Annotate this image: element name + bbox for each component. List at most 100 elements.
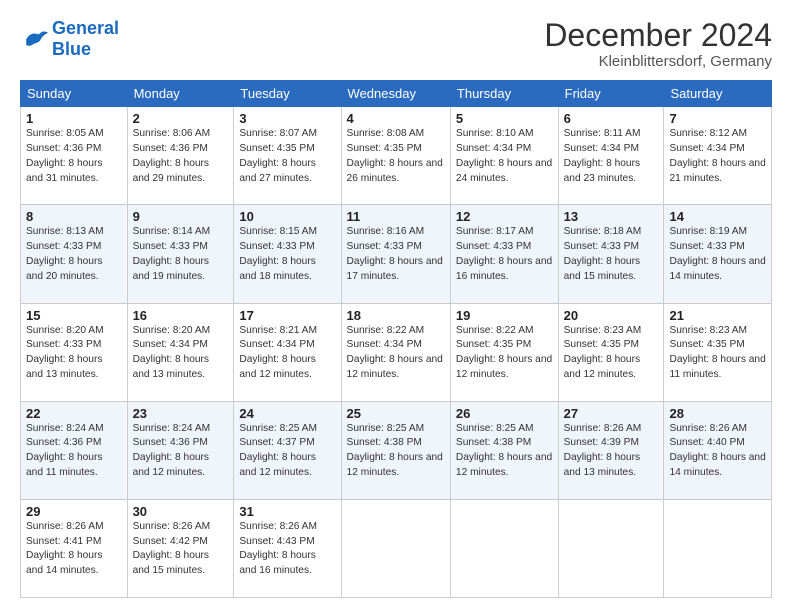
day-info: Sunrise: 8:24 AM Sunset: 4:36 PM Dayligh… xyxy=(133,422,229,481)
table-row: 11 Sunrise: 8:16 AM Sunset: 4:33 PM Dayl… xyxy=(341,205,450,303)
day-number: 19 xyxy=(456,308,553,323)
day-number: 28 xyxy=(669,406,766,421)
table-row: 30 Sunrise: 8:26 AM Sunset: 4:42 PM Dayl… xyxy=(127,499,234,597)
day-info: Sunrise: 8:26 AM Sunset: 4:40 PM Dayligh… xyxy=(669,422,766,481)
table-row: 21 Sunrise: 8:23 AM Sunset: 4:35 PM Dayl… xyxy=(664,303,772,401)
day-number: 2 xyxy=(133,111,229,126)
day-info: Sunrise: 8:19 AM Sunset: 4:33 PM Dayligh… xyxy=(669,225,766,284)
day-number: 27 xyxy=(564,406,659,421)
day-info: Sunrise: 8:25 AM Sunset: 4:37 PM Dayligh… xyxy=(239,422,335,481)
table-row: 24 Sunrise: 8:25 AM Sunset: 4:37 PM Dayl… xyxy=(234,401,341,499)
table-row: 4 Sunrise: 8:08 AM Sunset: 4:35 PM Dayli… xyxy=(341,107,450,205)
table-row: 23 Sunrise: 8:24 AM Sunset: 4:36 PM Dayl… xyxy=(127,401,234,499)
day-number: 25 xyxy=(347,406,445,421)
table-row: 13 Sunrise: 8:18 AM Sunset: 4:33 PM Dayl… xyxy=(558,205,664,303)
table-row: 16 Sunrise: 8:20 AM Sunset: 4:34 PM Dayl… xyxy=(127,303,234,401)
day-number: 29 xyxy=(26,504,122,519)
day-number: 5 xyxy=(456,111,553,126)
col-friday: Friday xyxy=(558,81,664,107)
table-row: 7 Sunrise: 8:12 AM Sunset: 4:34 PM Dayli… xyxy=(664,107,772,205)
day-info: Sunrise: 8:14 AM Sunset: 4:33 PM Dayligh… xyxy=(133,225,229,284)
table-row xyxy=(341,499,450,597)
table-row: 1 Sunrise: 8:05 AM Sunset: 4:36 PM Dayli… xyxy=(21,107,128,205)
day-number: 9 xyxy=(133,209,229,224)
day-info: Sunrise: 8:21 AM Sunset: 4:34 PM Dayligh… xyxy=(239,324,335,383)
logo-icon xyxy=(20,28,48,50)
day-info: Sunrise: 8:26 AM Sunset: 4:43 PM Dayligh… xyxy=(239,520,335,579)
day-number: 7 xyxy=(669,111,766,126)
table-row: 19 Sunrise: 8:22 AM Sunset: 4:35 PM Dayl… xyxy=(450,303,558,401)
month-title: December 2024 xyxy=(544,18,772,53)
table-row xyxy=(664,499,772,597)
day-info: Sunrise: 8:25 AM Sunset: 4:38 PM Dayligh… xyxy=(456,422,553,481)
day-number: 13 xyxy=(564,209,659,224)
day-number: 31 xyxy=(239,504,335,519)
table-row: 31 Sunrise: 8:26 AM Sunset: 4:43 PM Dayl… xyxy=(234,499,341,597)
location: Kleinblittersdorf, Germany xyxy=(544,53,772,70)
day-info: Sunrise: 8:26 AM Sunset: 4:39 PM Dayligh… xyxy=(564,422,659,481)
day-info: Sunrise: 8:10 AM Sunset: 4:34 PM Dayligh… xyxy=(456,127,553,186)
day-number: 15 xyxy=(26,308,122,323)
day-info: Sunrise: 8:16 AM Sunset: 4:33 PM Dayligh… xyxy=(347,225,445,284)
day-number: 4 xyxy=(347,111,445,126)
day-number: 21 xyxy=(669,308,766,323)
day-info: Sunrise: 8:22 AM Sunset: 4:35 PM Dayligh… xyxy=(456,324,553,383)
col-sunday: Sunday xyxy=(21,81,128,107)
table-row: 3 Sunrise: 8:07 AM Sunset: 4:35 PM Dayli… xyxy=(234,107,341,205)
table-row: 22 Sunrise: 8:24 AM Sunset: 4:36 PM Dayl… xyxy=(21,401,128,499)
day-info: Sunrise: 8:26 AM Sunset: 4:42 PM Dayligh… xyxy=(133,520,229,579)
day-info: Sunrise: 8:22 AM Sunset: 4:34 PM Dayligh… xyxy=(347,324,445,383)
table-row: 10 Sunrise: 8:15 AM Sunset: 4:33 PM Dayl… xyxy=(234,205,341,303)
day-info: Sunrise: 8:13 AM Sunset: 4:33 PM Dayligh… xyxy=(26,225,122,284)
title-block: December 2024 Kleinblittersdorf, Germany xyxy=(544,18,772,70)
day-info: Sunrise: 8:23 AM Sunset: 4:35 PM Dayligh… xyxy=(564,324,659,383)
day-info: Sunrise: 8:08 AM Sunset: 4:35 PM Dayligh… xyxy=(347,127,445,186)
day-info: Sunrise: 8:18 AM Sunset: 4:33 PM Dayligh… xyxy=(564,225,659,284)
day-info: Sunrise: 8:24 AM Sunset: 4:36 PM Dayligh… xyxy=(26,422,122,481)
day-info: Sunrise: 8:17 AM Sunset: 4:33 PM Dayligh… xyxy=(456,225,553,284)
page: General Blue December 2024 Kleinblitters… xyxy=(0,0,792,612)
col-monday: Monday xyxy=(127,81,234,107)
table-row: 6 Sunrise: 8:11 AM Sunset: 4:34 PM Dayli… xyxy=(558,107,664,205)
table-row: 27 Sunrise: 8:26 AM Sunset: 4:39 PM Dayl… xyxy=(558,401,664,499)
day-number: 3 xyxy=(239,111,335,126)
day-info: Sunrise: 8:23 AM Sunset: 4:35 PM Dayligh… xyxy=(669,324,766,383)
day-info: Sunrise: 8:20 AM Sunset: 4:34 PM Dayligh… xyxy=(133,324,229,383)
table-row: 14 Sunrise: 8:19 AM Sunset: 4:33 PM Dayl… xyxy=(664,205,772,303)
table-row xyxy=(558,499,664,597)
table-row: 18 Sunrise: 8:22 AM Sunset: 4:34 PM Dayl… xyxy=(341,303,450,401)
table-row: 12 Sunrise: 8:17 AM Sunset: 4:33 PM Dayl… xyxy=(450,205,558,303)
day-info: Sunrise: 8:15 AM Sunset: 4:33 PM Dayligh… xyxy=(239,225,335,284)
day-number: 17 xyxy=(239,308,335,323)
day-number: 1 xyxy=(26,111,122,126)
header: General Blue December 2024 Kleinblitters… xyxy=(20,18,772,70)
day-number: 14 xyxy=(669,209,766,224)
col-wednesday: Wednesday xyxy=(341,81,450,107)
day-info: Sunrise: 8:06 AM Sunset: 4:36 PM Dayligh… xyxy=(133,127,229,186)
day-number: 12 xyxy=(456,209,553,224)
table-row: 17 Sunrise: 8:21 AM Sunset: 4:34 PM Dayl… xyxy=(234,303,341,401)
day-number: 10 xyxy=(239,209,335,224)
col-tuesday: Tuesday xyxy=(234,81,341,107)
table-row xyxy=(450,499,558,597)
table-row: 15 Sunrise: 8:20 AM Sunset: 4:33 PM Dayl… xyxy=(21,303,128,401)
table-row: 9 Sunrise: 8:14 AM Sunset: 4:33 PM Dayli… xyxy=(127,205,234,303)
day-info: Sunrise: 8:12 AM Sunset: 4:34 PM Dayligh… xyxy=(669,127,766,186)
day-number: 6 xyxy=(564,111,659,126)
table-row: 25 Sunrise: 8:25 AM Sunset: 4:38 PM Dayl… xyxy=(341,401,450,499)
day-number: 11 xyxy=(347,209,445,224)
day-number: 23 xyxy=(133,406,229,421)
day-info: Sunrise: 8:26 AM Sunset: 4:41 PM Dayligh… xyxy=(26,520,122,579)
day-number: 20 xyxy=(564,308,659,323)
day-number: 30 xyxy=(133,504,229,519)
table-row: 29 Sunrise: 8:26 AM Sunset: 4:41 PM Dayl… xyxy=(21,499,128,597)
day-number: 22 xyxy=(26,406,122,421)
day-number: 16 xyxy=(133,308,229,323)
table-row: 5 Sunrise: 8:10 AM Sunset: 4:34 PM Dayli… xyxy=(450,107,558,205)
day-info: Sunrise: 8:20 AM Sunset: 4:33 PM Dayligh… xyxy=(26,324,122,383)
day-number: 18 xyxy=(347,308,445,323)
col-thursday: Thursday xyxy=(450,81,558,107)
day-info: Sunrise: 8:07 AM Sunset: 4:35 PM Dayligh… xyxy=(239,127,335,186)
calendar-header-row: Sunday Monday Tuesday Wednesday Thursday… xyxy=(21,81,772,107)
table-row: 8 Sunrise: 8:13 AM Sunset: 4:33 PM Dayli… xyxy=(21,205,128,303)
